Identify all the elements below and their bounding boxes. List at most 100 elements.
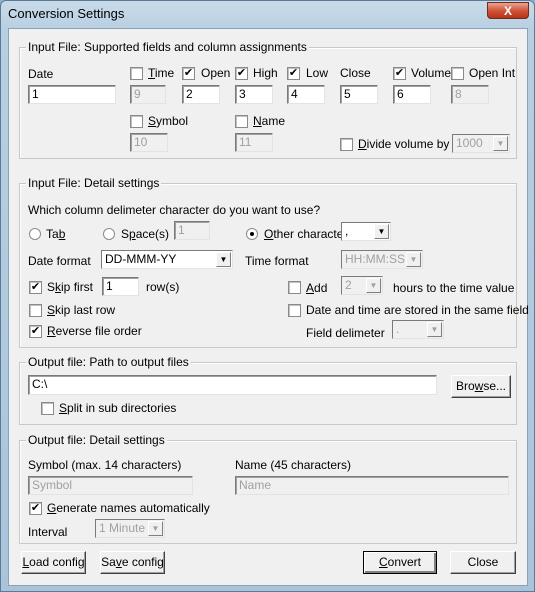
volume-checkbox[interactable]: ✔ [393,67,406,80]
chevron-down-icon: ▼ [216,252,231,267]
date-format-label: Date format [28,254,91,268]
close-column-input[interactable]: 5 [340,85,378,104]
volume-label: Volume [411,66,452,80]
low-checkbox[interactable]: ✔ [287,67,300,80]
symbol-column-input[interactable]: 10 [130,133,168,152]
reverse-order-label: Reverse file order [47,324,142,338]
browse-button[interactable]: Browse... [451,375,511,398]
high-column-input[interactable]: 3 [235,85,273,104]
symbol-output-label: Symbol (max. 14 characters) [28,458,182,472]
divide-volume-checkbox[interactable] [340,138,353,151]
add-hours-value: 2 [345,278,352,292]
skip-first-rows-input[interactable]: 1 [102,277,139,296]
add-hours-checkbox[interactable] [288,281,301,294]
open-int-label: Open Int [469,66,516,80]
open-checkbox[interactable]: ✔ [182,67,195,80]
date-label: Date [28,67,54,81]
open-int-column-input[interactable]: 8 [451,85,489,104]
high-checkbox[interactable]: ✔ [235,67,248,80]
name-checkbox[interactable] [235,115,248,128]
input-fields-group: Input File: Supported fields and column … [19,40,517,159]
rows-suffix: row(s) [146,280,180,294]
other-char-select[interactable]: , ▼ [341,222,391,241]
load-config-button[interactable]: Load config [21,551,86,574]
divide-volume-select[interactable]: 1000 ▼ [452,134,510,153]
group-title: Output file: Path to output files [26,355,191,369]
time-format-select[interactable]: HH:MM:SS ▼ [341,250,423,269]
time-column-input[interactable]: 9 [130,85,166,104]
add-hours-suffix: hours to the time value [393,281,515,295]
group-title: Input File: Supported fields and column … [26,40,309,54]
split-subdirs-checkbox[interactable] [41,402,54,415]
tab-radio[interactable] [29,228,41,240]
reverse-order-checkbox[interactable]: ✔ [29,325,42,338]
divide-volume-value: 1000 [456,136,483,150]
open-int-checkbox[interactable] [451,67,464,80]
other-char-value: , [345,224,349,238]
skip-first-label: Skip first [47,280,94,294]
skip-last-checkbox[interactable] [29,304,42,317]
add-hours-label: Add [306,281,328,295]
field-delimiter-select[interactable]: . ▼ [392,320,444,339]
space-radio[interactable] [103,228,115,240]
symbol-checkbox[interactable] [130,115,143,128]
volume-column-input[interactable]: 6 [393,85,431,104]
high-label: High [253,66,278,80]
date-column-input[interactable]: 1 [28,85,116,104]
open-label: Open [201,66,231,80]
detail-settings-group: Input File: Detail settings Which column… [19,176,529,348]
chevron-down-icon: ▼ [148,521,163,536]
same-field-checkbox[interactable] [288,304,301,317]
space-label: Space(s) [121,227,170,241]
chevron-down-icon: ▼ [427,322,442,337]
symbol-label: Symbol [148,114,189,128]
dialog-body: Input File: Supported fields and column … [8,28,529,586]
tab-label: Tab [46,227,66,241]
window-title: Conversion Settings [8,6,125,21]
add-hours-select[interactable]: 2 ▼ [341,276,383,295]
interval-label: Interval [28,525,68,539]
delimiter-question: Which column delimeter character do you … [28,203,321,217]
divide-volume-label: Divide volume by [358,137,450,151]
skip-first-checkbox[interactable]: ✔ [29,281,42,294]
other-char-radio[interactable] [246,228,258,240]
interval-select[interactable]: 1 Minute ▼ [95,519,165,538]
output-path-input[interactable]: C:\ [28,375,437,395]
group-title: Input File: Detail settings [26,176,162,190]
skip-last-label: Skip last row [47,303,116,317]
generate-names-label: Generate names automatically [47,501,210,515]
interval-value: 1 Minute [99,521,146,535]
date-format-value: DD-MMM-YY [105,252,177,266]
time-format-value: HH:MM:SS [345,252,405,266]
name-label: Name [253,114,286,128]
output-detail-group: Output file: Detail settings Symbol (max… [19,433,517,544]
low-label: Low [306,66,329,80]
space-count-input[interactable]: 1 [174,221,210,240]
window-close-button[interactable]: X [487,2,529,19]
field-delimiter-label: Field delimeter [306,326,385,340]
title-bar[interactable]: Conversion Settings X [1,1,534,28]
field-delimiter-value: . [396,322,400,336]
chevron-down-icon: ▼ [366,278,381,293]
conversion-settings-window: Conversion Settings X Input File: Suppor… [0,0,535,592]
time-label: Time [148,66,175,80]
group-title: Output file: Detail settings [26,433,167,447]
low-column-input[interactable]: 4 [287,85,325,104]
convert-button[interactable]: Convert [363,551,437,574]
save-config-button[interactable]: Save config [100,551,165,574]
time-checkbox[interactable] [130,67,143,80]
chevron-down-icon: ▼ [374,224,389,239]
name-output-input[interactable]: Name [235,476,509,495]
time-format-label: Time format [245,254,309,268]
open-column-input[interactable]: 2 [182,85,220,104]
chevron-down-icon: ▼ [493,136,508,151]
close-icon: X [503,4,512,18]
close-button[interactable]: Close [450,551,516,574]
generate-names-checkbox[interactable]: ✔ [29,502,42,515]
output-path-group: Output file: Path to output files C:\ Br… [19,355,517,425]
name-column-input[interactable]: 11 [235,133,273,152]
date-format-select[interactable]: DD-MMM-YY ▼ [101,250,233,269]
split-subdirs-label: Split in sub directories [59,401,177,415]
same-field-label: Date and time are stored in the same fie… [306,303,529,317]
symbol-output-input[interactable]: Symbol [28,476,193,495]
